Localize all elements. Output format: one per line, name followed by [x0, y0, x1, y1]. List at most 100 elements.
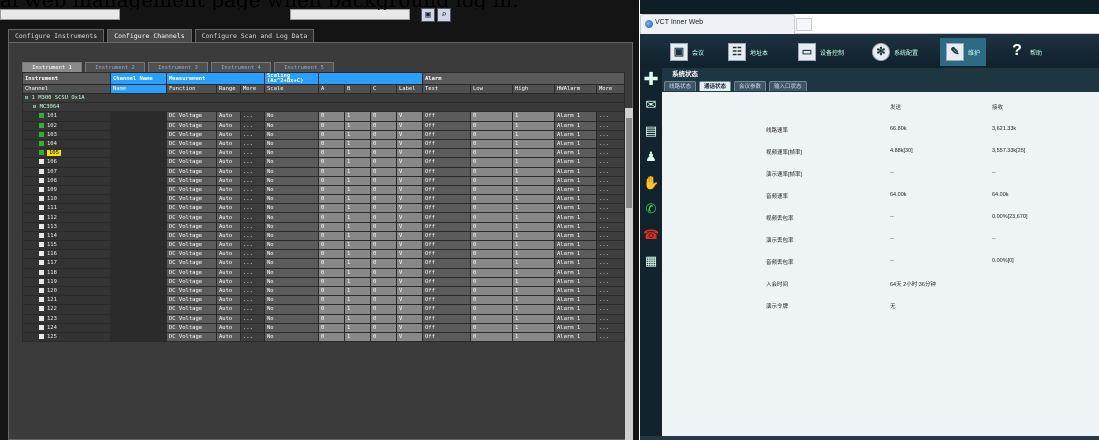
cell-hwalarm[interactable]: Alarm 1 — [554, 276, 597, 287]
cell-label[interactable]: V — [396, 267, 423, 278]
cell-b[interactable]: 1 — [344, 331, 371, 343]
cell-low[interactable]: 0 — [470, 322, 513, 333]
channel-name-input[interactable] — [110, 138, 167, 150]
cell-test[interactable]: Off — [422, 148, 471, 159]
cell-function[interactable]: DC Voltage — [166, 212, 217, 223]
channel-checkbox[interactable] — [39, 159, 44, 165]
table-row[interactable]: 106 DC Voltage Auto... No 0 1 0 V Off 0 1 Alarm 1..… — [22, 157, 625, 168]
cell-c[interactable]: 0 — [370, 166, 397, 177]
cell-test[interactable]: Off — [422, 313, 471, 324]
cell-a[interactable]: 0 — [318, 148, 345, 159]
cell-low[interactable]: 0 — [470, 194, 513, 205]
cell-hwalarm[interactable]: Alarm 1 — [554, 239, 597, 251]
cell-test[interactable]: Off — [422, 276, 471, 287]
cell-b[interactable]: 1 — [344, 276, 371, 287]
cell-test[interactable]: Off — [422, 166, 471, 177]
plus-icon[interactable]: ✚ — [643, 71, 659, 89]
cell-range[interactable]: Auto — [216, 304, 241, 315]
cell-test[interactable]: Off — [422, 230, 471, 242]
cell-function[interactable]: DC Voltage — [166, 148, 217, 159]
cell-b[interactable]: 1 — [344, 129, 371, 140]
cell-c[interactable]: 0 — [370, 230, 397, 242]
cell-hwalarm[interactable]: Alarm 1 — [554, 175, 597, 186]
channel-cell[interactable]: 107 — [22, 166, 111, 177]
cell-scale[interactable]: No — [264, 249, 319, 260]
cell-b[interactable]: 1 — [344, 120, 371, 131]
cell-low[interactable]: 0 — [470, 111, 513, 122]
channel-name-input[interactable] — [110, 212, 167, 223]
cell-b[interactable]: 1 — [344, 221, 371, 232]
cell-function[interactable]: DC Voltage — [166, 175, 217, 186]
cell-scale[interactable]: No — [264, 148, 319, 159]
table-row[interactable]: 105 DC Voltage Auto... No 0 1 0 V Off 0 1 Alarm 1..… — [22, 148, 625, 159]
channel-checkbox[interactable] — [39, 150, 44, 156]
channel-cell[interactable]: 101 — [22, 111, 111, 122]
cell-test[interactable]: Off — [422, 331, 471, 343]
cell-low[interactable]: 0 — [470, 129, 513, 140]
cell-hwalarm[interactable]: Alarm 1 — [554, 120, 597, 131]
cell-more2[interactable]: ... — [596, 331, 625, 343]
cell-range[interactable]: Auto — [216, 175, 241, 186]
cell-range[interactable]: Auto — [216, 267, 241, 278]
cell-a[interactable]: 0 — [318, 184, 345, 196]
cell-scale[interactable]: No — [264, 313, 319, 324]
cell-label[interactable]: V — [396, 212, 423, 223]
tab-instrument-1[interactable]: Instrument 1 — [22, 62, 82, 72]
cell-scale[interactable]: No — [264, 120, 319, 131]
channel-name-input[interactable] — [110, 111, 167, 122]
cell-a[interactable]: 0 — [318, 276, 345, 287]
tab-line-status[interactable]: 线路状态 — [664, 81, 697, 91]
cell-more[interactable]: ... — [240, 331, 265, 343]
cell-scale[interactable]: No — [264, 129, 319, 140]
cell-range[interactable]: Auto — [216, 230, 241, 242]
cell-b[interactable]: 1 — [344, 148, 371, 159]
cell-a[interactable]: 0 — [318, 120, 345, 131]
cell-scale[interactable]: No — [264, 212, 319, 223]
channel-name-input[interactable] — [110, 221, 167, 232]
cell-scale[interactable]: No — [264, 166, 319, 177]
channel-cell[interactable]: 113 — [22, 221, 111, 232]
nav-address-book[interactable]: ☷ 地址本 — [728, 38, 768, 66]
cell-more[interactable]: ... — [240, 138, 265, 150]
channel-checkbox[interactable] — [39, 251, 44, 257]
toolbar-field[interactable] — [0, 9, 120, 20]
cell-low[interactable]: 0 — [470, 295, 513, 306]
cell-scale[interactable]: No — [264, 230, 319, 242]
cell-range[interactable]: Auto — [216, 331, 241, 343]
cell-more2[interactable]: ... — [596, 157, 625, 168]
channel-checkbox[interactable] — [39, 205, 44, 211]
channel-name-input[interactable] — [110, 157, 167, 168]
cell-low[interactable]: 0 — [470, 203, 513, 214]
channel-checkbox[interactable] — [39, 242, 44, 248]
table-row[interactable]: 101 DC Voltage Auto... No 0 1 0 V Off 0 1 Alarm 1..… — [22, 111, 625, 122]
cell-high[interactable]: 1 — [512, 194, 555, 205]
cell-hwalarm[interactable]: Alarm 1 — [554, 148, 597, 159]
cell-c[interactable]: 0 — [370, 285, 397, 297]
cell-more2[interactable]: ... — [596, 304, 625, 315]
cell-hwalarm[interactable]: Alarm 1 — [554, 304, 597, 315]
cell-more[interactable]: ... — [240, 157, 265, 168]
channel-checkbox[interactable] — [39, 324, 44, 330]
channel-checkbox[interactable] — [39, 168, 44, 174]
cell-scale[interactable]: No — [264, 276, 319, 287]
channel-checkbox[interactable] — [39, 223, 44, 229]
cell-function[interactable]: DC Voltage — [166, 157, 217, 168]
channel-cell[interactable]: 114 — [22, 230, 111, 242]
tab-configure-instruments[interactable]: Configure Instruments — [8, 29, 105, 42]
nav-device-control[interactable]: ▭ 设备控制 — [798, 38, 844, 66]
cell-c[interactable]: 0 — [370, 120, 397, 131]
cell-label[interactable]: V — [396, 313, 423, 324]
channel-cell[interactable]: 105 — [22, 148, 111, 159]
cell-scale[interactable]: No — [264, 175, 319, 186]
channel-cell[interactable]: 120 — [22, 285, 111, 297]
cell-b[interactable]: 1 — [344, 184, 371, 196]
cell-more2[interactable]: ... — [596, 120, 625, 131]
tab-configure-channels[interactable]: Configure Channels — [107, 29, 192, 42]
cell-more[interactable]: ... — [240, 111, 265, 122]
cell-low[interactable]: 0 — [470, 120, 513, 131]
cell-high[interactable]: 1 — [512, 129, 555, 140]
cell-more[interactable]: ... — [240, 249, 265, 260]
cell-more2[interactable]: ... — [596, 129, 625, 140]
cell-label[interactable]: V — [396, 221, 423, 232]
tab-conference-params[interactable]: 会议参数 — [734, 81, 767, 91]
